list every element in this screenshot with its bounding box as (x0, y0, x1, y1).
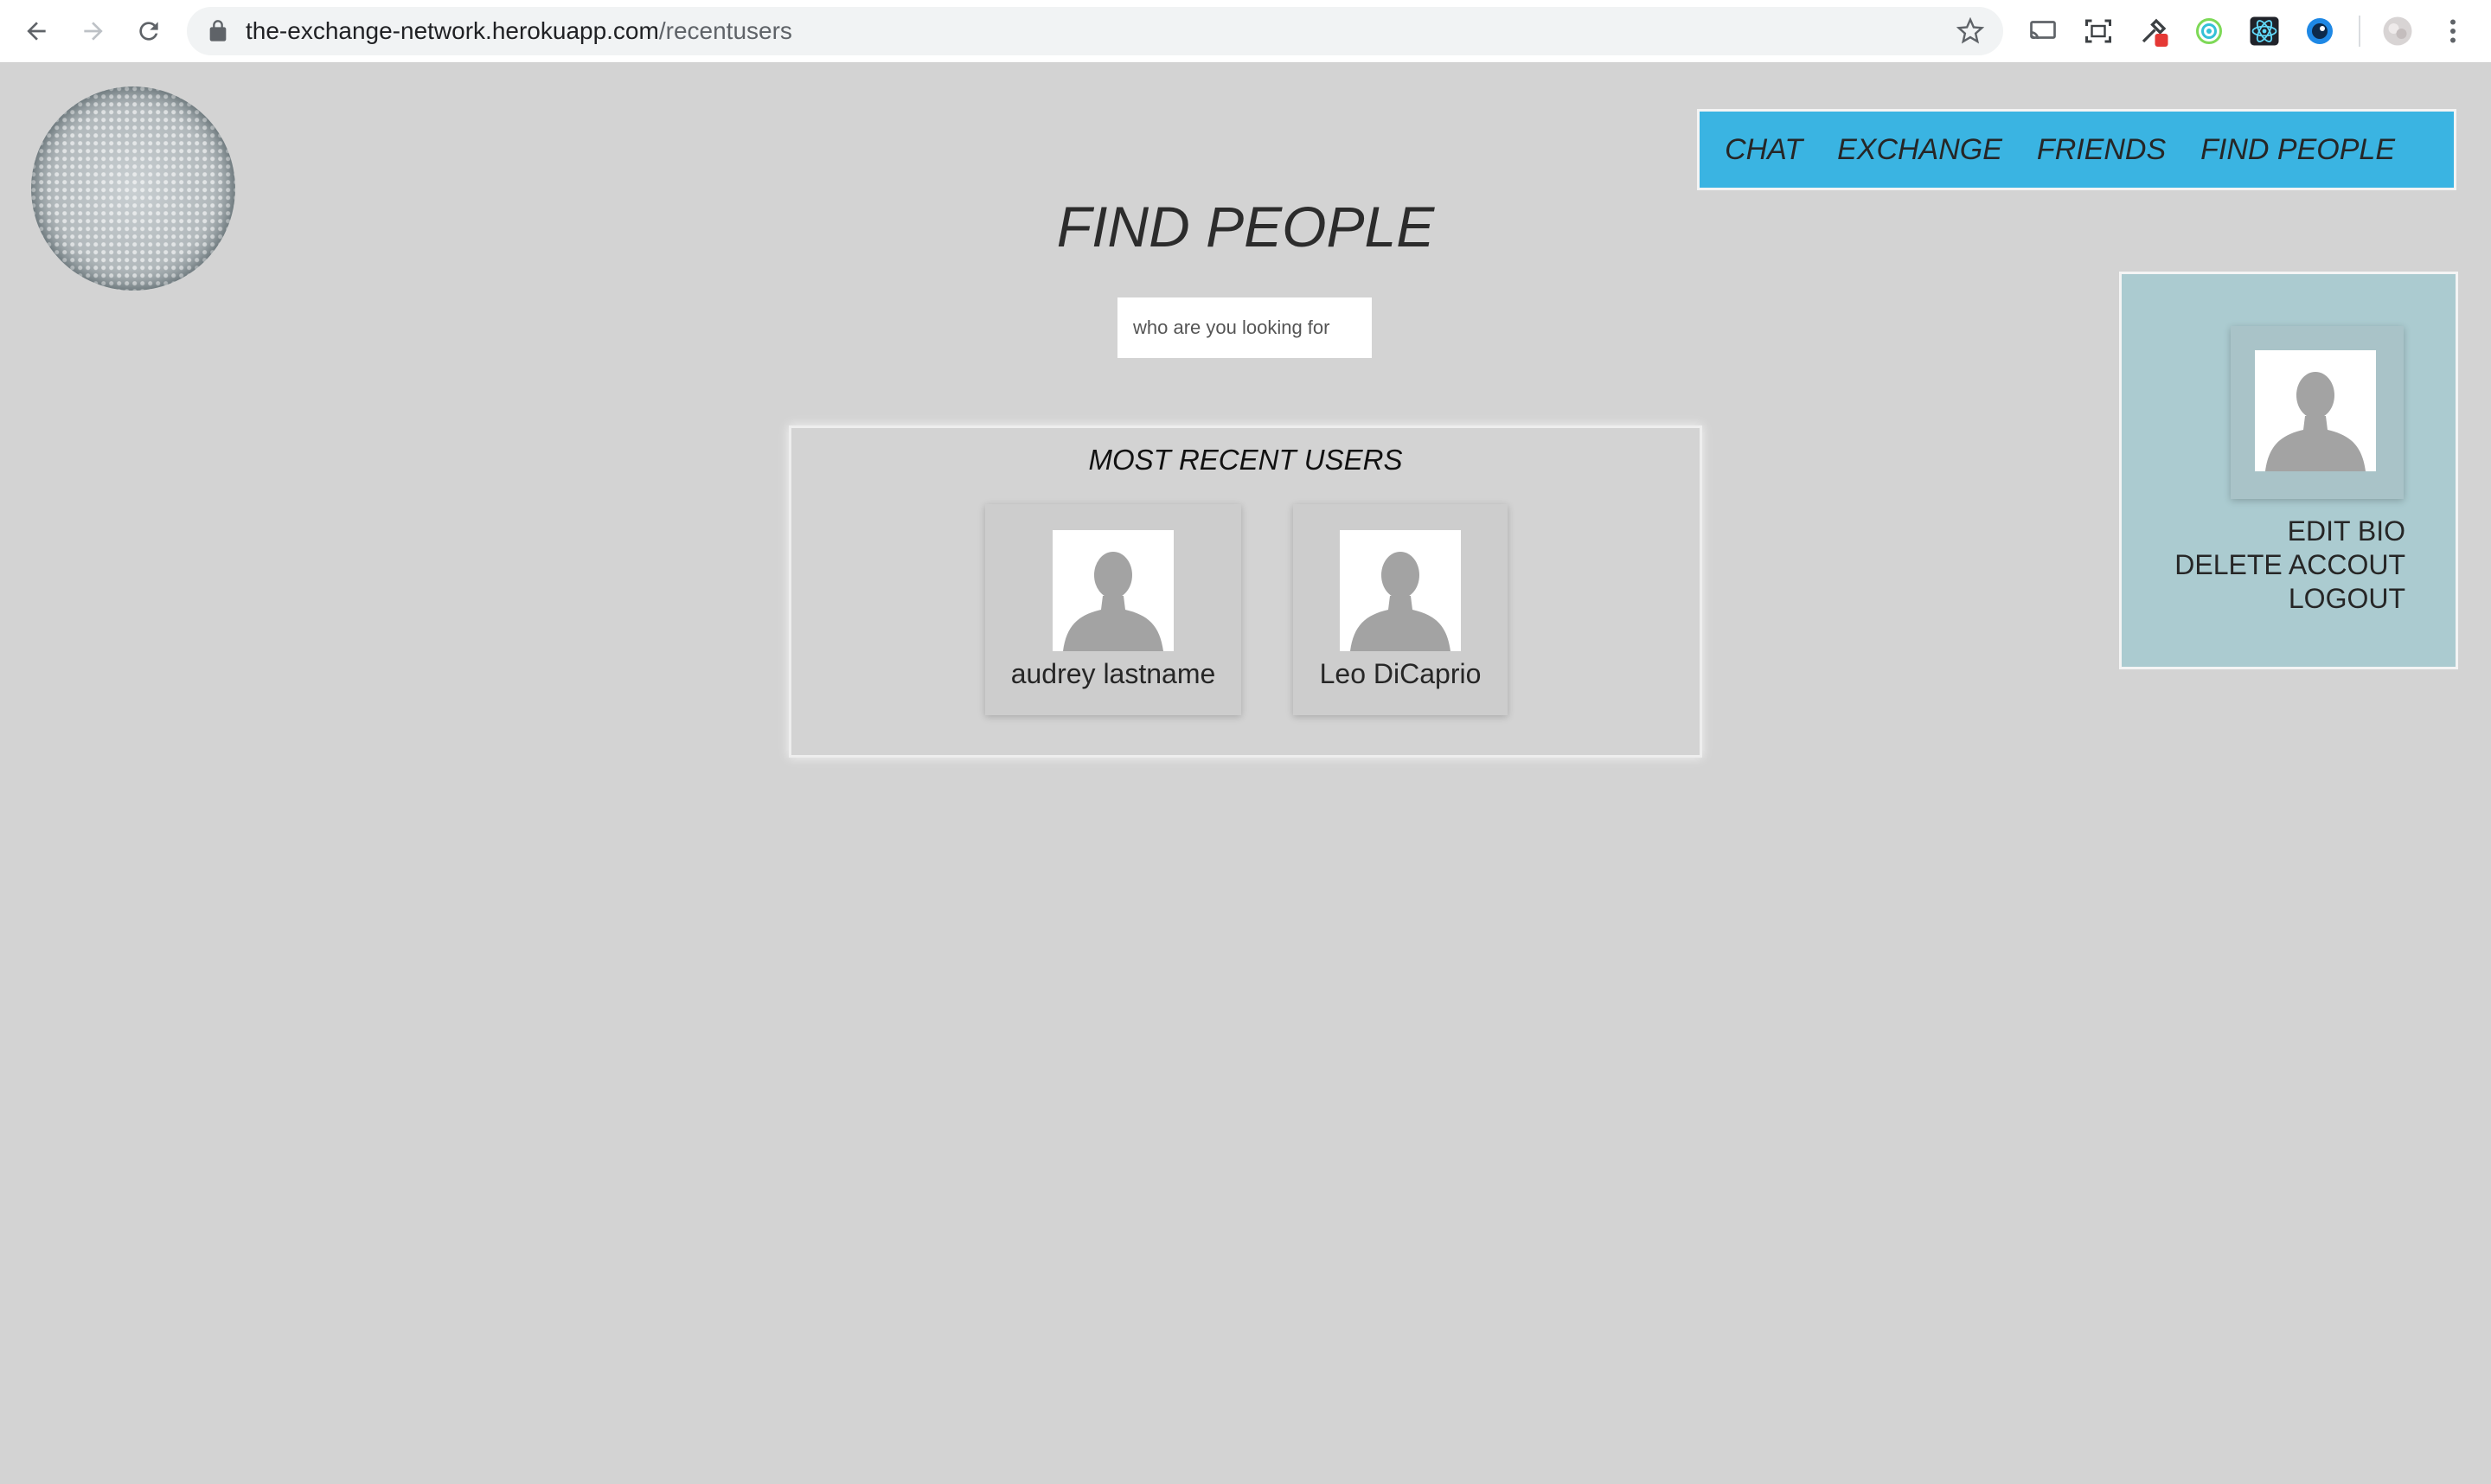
user-silhouette-icon (2255, 350, 2376, 471)
recent-users-panel: MOST RECENT USERS audrey lastname Leo Di… (789, 425, 1702, 758)
search-input[interactable] (1117, 297, 1372, 358)
forward-icon[interactable] (74, 12, 112, 50)
profile-avatar (2255, 350, 2376, 471)
site-logo[interactable] (31, 86, 235, 291)
url-text: the-exchange-network.herokuapp.com/recen… (246, 17, 792, 44)
browser-menu-icon[interactable] (2436, 14, 2470, 48)
user-card[interactable]: Leo DiCaprio (1293, 504, 1508, 715)
nav-item-friends[interactable]: FRIENDS (2037, 133, 2166, 167)
profile-panel: EDIT BIO DELETE ACCOUT LOGOUT (2119, 272, 2458, 669)
target-extension-icon[interactable] (2192, 14, 2226, 48)
nav-item-chat[interactable]: CHAT (1725, 133, 1803, 167)
lock-icon (209, 20, 227, 42)
eye-extension-icon[interactable] (2302, 14, 2337, 48)
user-silhouette-icon (1340, 530, 1461, 651)
cast-icon[interactable] (2026, 14, 2060, 48)
recent-users-title: MOST RECENT USERS (1088, 444, 1403, 476)
avatar (1053, 530, 1174, 651)
profile-avatar-icon[interactable] (2380, 14, 2415, 48)
address-bar[interactable]: the-exchange-network.herokuapp.com/recen… (187, 7, 2003, 55)
main-nav: CHAT EXCHANGE FRIENDS FIND PEOPLE (1697, 109, 2456, 190)
profile-links: EDIT BIO DELETE ACCOUT LOGOUT (2174, 515, 2405, 616)
back-icon[interactable] (17, 12, 55, 50)
profile-avatar-frame[interactable] (2231, 326, 2404, 499)
user-silhouette-icon (1053, 530, 1174, 651)
reload-icon[interactable] (130, 12, 168, 50)
user-name[interactable]: audrey lastname (985, 658, 1241, 690)
screenshot-icon[interactable] (2081, 14, 2116, 48)
user-card[interactable]: audrey lastname (985, 504, 1241, 715)
page-title: FIND PEOPLE (1056, 195, 1435, 259)
avatar (1340, 530, 1461, 651)
bookmark-star-icon[interactable] (1956, 17, 1984, 45)
user-name[interactable]: Leo DiCaprio (1293, 658, 1508, 690)
browser-toolbar: the-exchange-network.herokuapp.com/recen… (0, 0, 2491, 63)
logout-link[interactable]: LOGOUT (2174, 582, 2405, 616)
nav-item-find-people[interactable]: FIND PEOPLE (2200, 133, 2395, 167)
nav-item-exchange[interactable]: EXCHANGE (1837, 133, 2002, 167)
toolbar-separator (2359, 16, 2360, 47)
color-picker-icon[interactable] (2136, 14, 2171, 48)
delete-account-link[interactable]: DELETE ACCOUT (2174, 548, 2405, 582)
edit-bio-link[interactable]: EDIT BIO (2174, 515, 2405, 548)
react-devtools-icon[interactable] (2247, 14, 2282, 48)
